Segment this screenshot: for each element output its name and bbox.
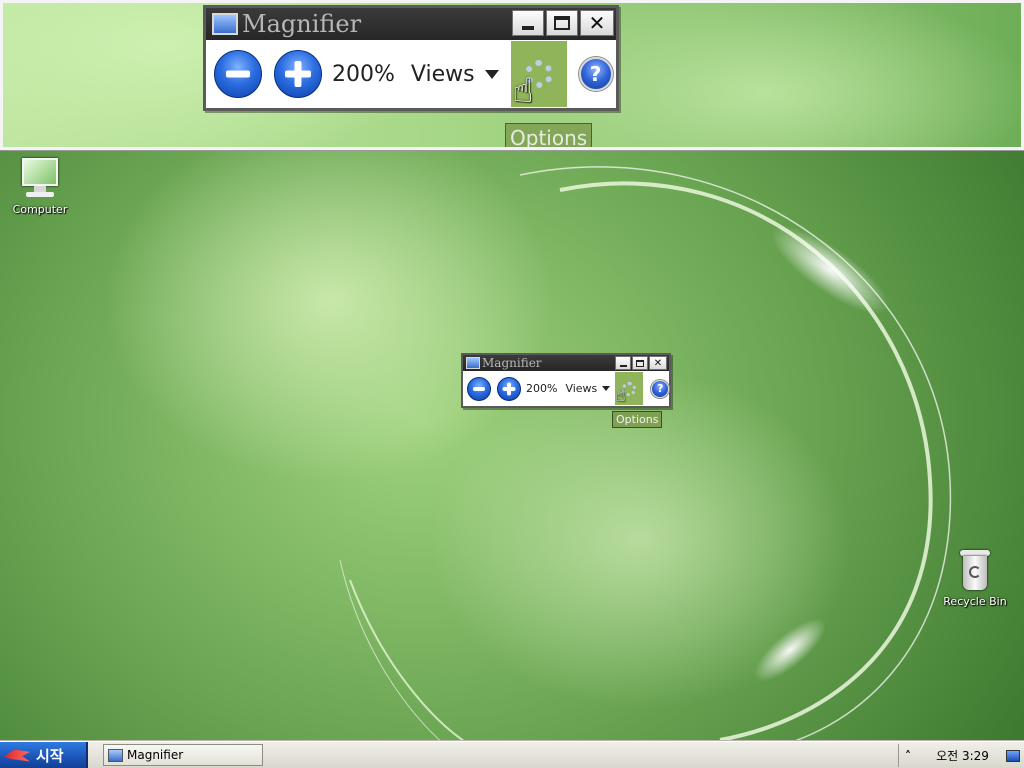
minimize-icon [619, 365, 627, 367]
system-tray: ˄ 오전 3:29 [898, 744, 1024, 767]
zoom-level: 200% [526, 382, 558, 395]
close-icon: ✕ [588, 11, 606, 35]
recycle-bin-icon [960, 548, 990, 592]
close-icon: ✕ [653, 357, 663, 369]
lens-window-title: Magnifier [242, 10, 362, 38]
zoom-in-button[interactable] [497, 376, 521, 401]
views-label: Views [565, 382, 598, 395]
options-tooltip: Options [612, 411, 663, 428]
lens-tooltip-text: Options [510, 126, 588, 150]
minimize-button[interactable] [615, 356, 631, 370]
taskbar-item-magnifier[interactable]: Magnifier [103, 744, 263, 766]
help-icon: ? [657, 382, 664, 395]
magnifier-toolbar: 200% Views ☝ ? [463, 371, 670, 406]
lens-help-button[interactable]: ? [578, 57, 613, 91]
desktop-icon-recycle-bin[interactable]: Recycle Bin [935, 548, 1015, 608]
taskbar: 시작 Magnifier ˄ 오전 3:29 [0, 741, 1024, 768]
plus-icon-v [294, 61, 302, 87]
clock[interactable]: 오전 3:29 [936, 747, 989, 764]
plus-icon-v [507, 382, 511, 395]
tray-expand-button[interactable]: ˄ [905, 749, 911, 763]
hand-cursor-icon: ☝ [615, 386, 626, 406]
chevron-down-icon [602, 386, 611, 391]
desktop-show-icon[interactable] [1006, 749, 1020, 762]
magnifier-icon [108, 748, 123, 762]
desktop-icon-computer[interactable]: Computer [0, 158, 80, 216]
tooltip-text: Options [616, 413, 659, 426]
lens-toolbar: 200% Views ☝ ? [206, 40, 616, 111]
maximize-icon [636, 359, 644, 367]
options-button[interactable]: ☝ [615, 372, 644, 406]
maximize-button[interactable] [632, 356, 648, 370]
minimize-icon [522, 26, 534, 30]
lens-zoom-out-button[interactable] [214, 50, 262, 98]
lens-zoom-in-button[interactable] [274, 50, 322, 98]
magnifier-window: Magnifier ✕ 200% Views ☝ ? [461, 353, 671, 408]
lens-maximize-button[interactable] [546, 10, 578, 36]
start-logo-icon [4, 749, 30, 762]
views-dropdown[interactable]: Views [565, 382, 611, 395]
lens-options-button[interactable]: ☝ [510, 41, 567, 111]
window-title: Magnifier [482, 356, 542, 370]
start-button[interactable]: 시작 [0, 742, 88, 768]
start-label: 시작 [36, 747, 64, 765]
help-button[interactable]: ? [651, 379, 670, 398]
maximize-icon [554, 16, 570, 30]
computer-icon [20, 158, 60, 200]
app-icon [466, 357, 480, 369]
taskbar-item-label: Magnifier [127, 748, 184, 762]
desktop-icon-label: Computer [12, 203, 68, 216]
lens-views-label: Views [410, 61, 475, 87]
magnifier-lens-view: Magnifier ✕ 200% Views ☝ ? Options [0, 0, 1024, 151]
lens-magnifier-window: Magnifier ✕ 200% Views ☝ ? [203, 5, 619, 111]
lens-app-icon [212, 13, 238, 35]
lens-close-button[interactable]: ✕ [580, 10, 614, 36]
lens-views-dropdown[interactable]: Views [411, 62, 499, 87]
lens-zoom-level: 200% [332, 61, 395, 87]
help-icon: ? [589, 62, 602, 86]
minus-icon [226, 70, 250, 78]
desktop-icon-label: Recycle Bin [943, 595, 1007, 608]
close-button[interactable]: ✕ [649, 356, 667, 370]
zoom-out-button[interactable] [467, 376, 491, 401]
hand-cursor-icon: ☝ [512, 71, 534, 111]
minus-icon [473, 386, 485, 391]
lens-options-tooltip: Options [505, 123, 593, 150]
chevron-down-icon [484, 69, 499, 79]
lens-minimize-button[interactable] [512, 10, 544, 36]
